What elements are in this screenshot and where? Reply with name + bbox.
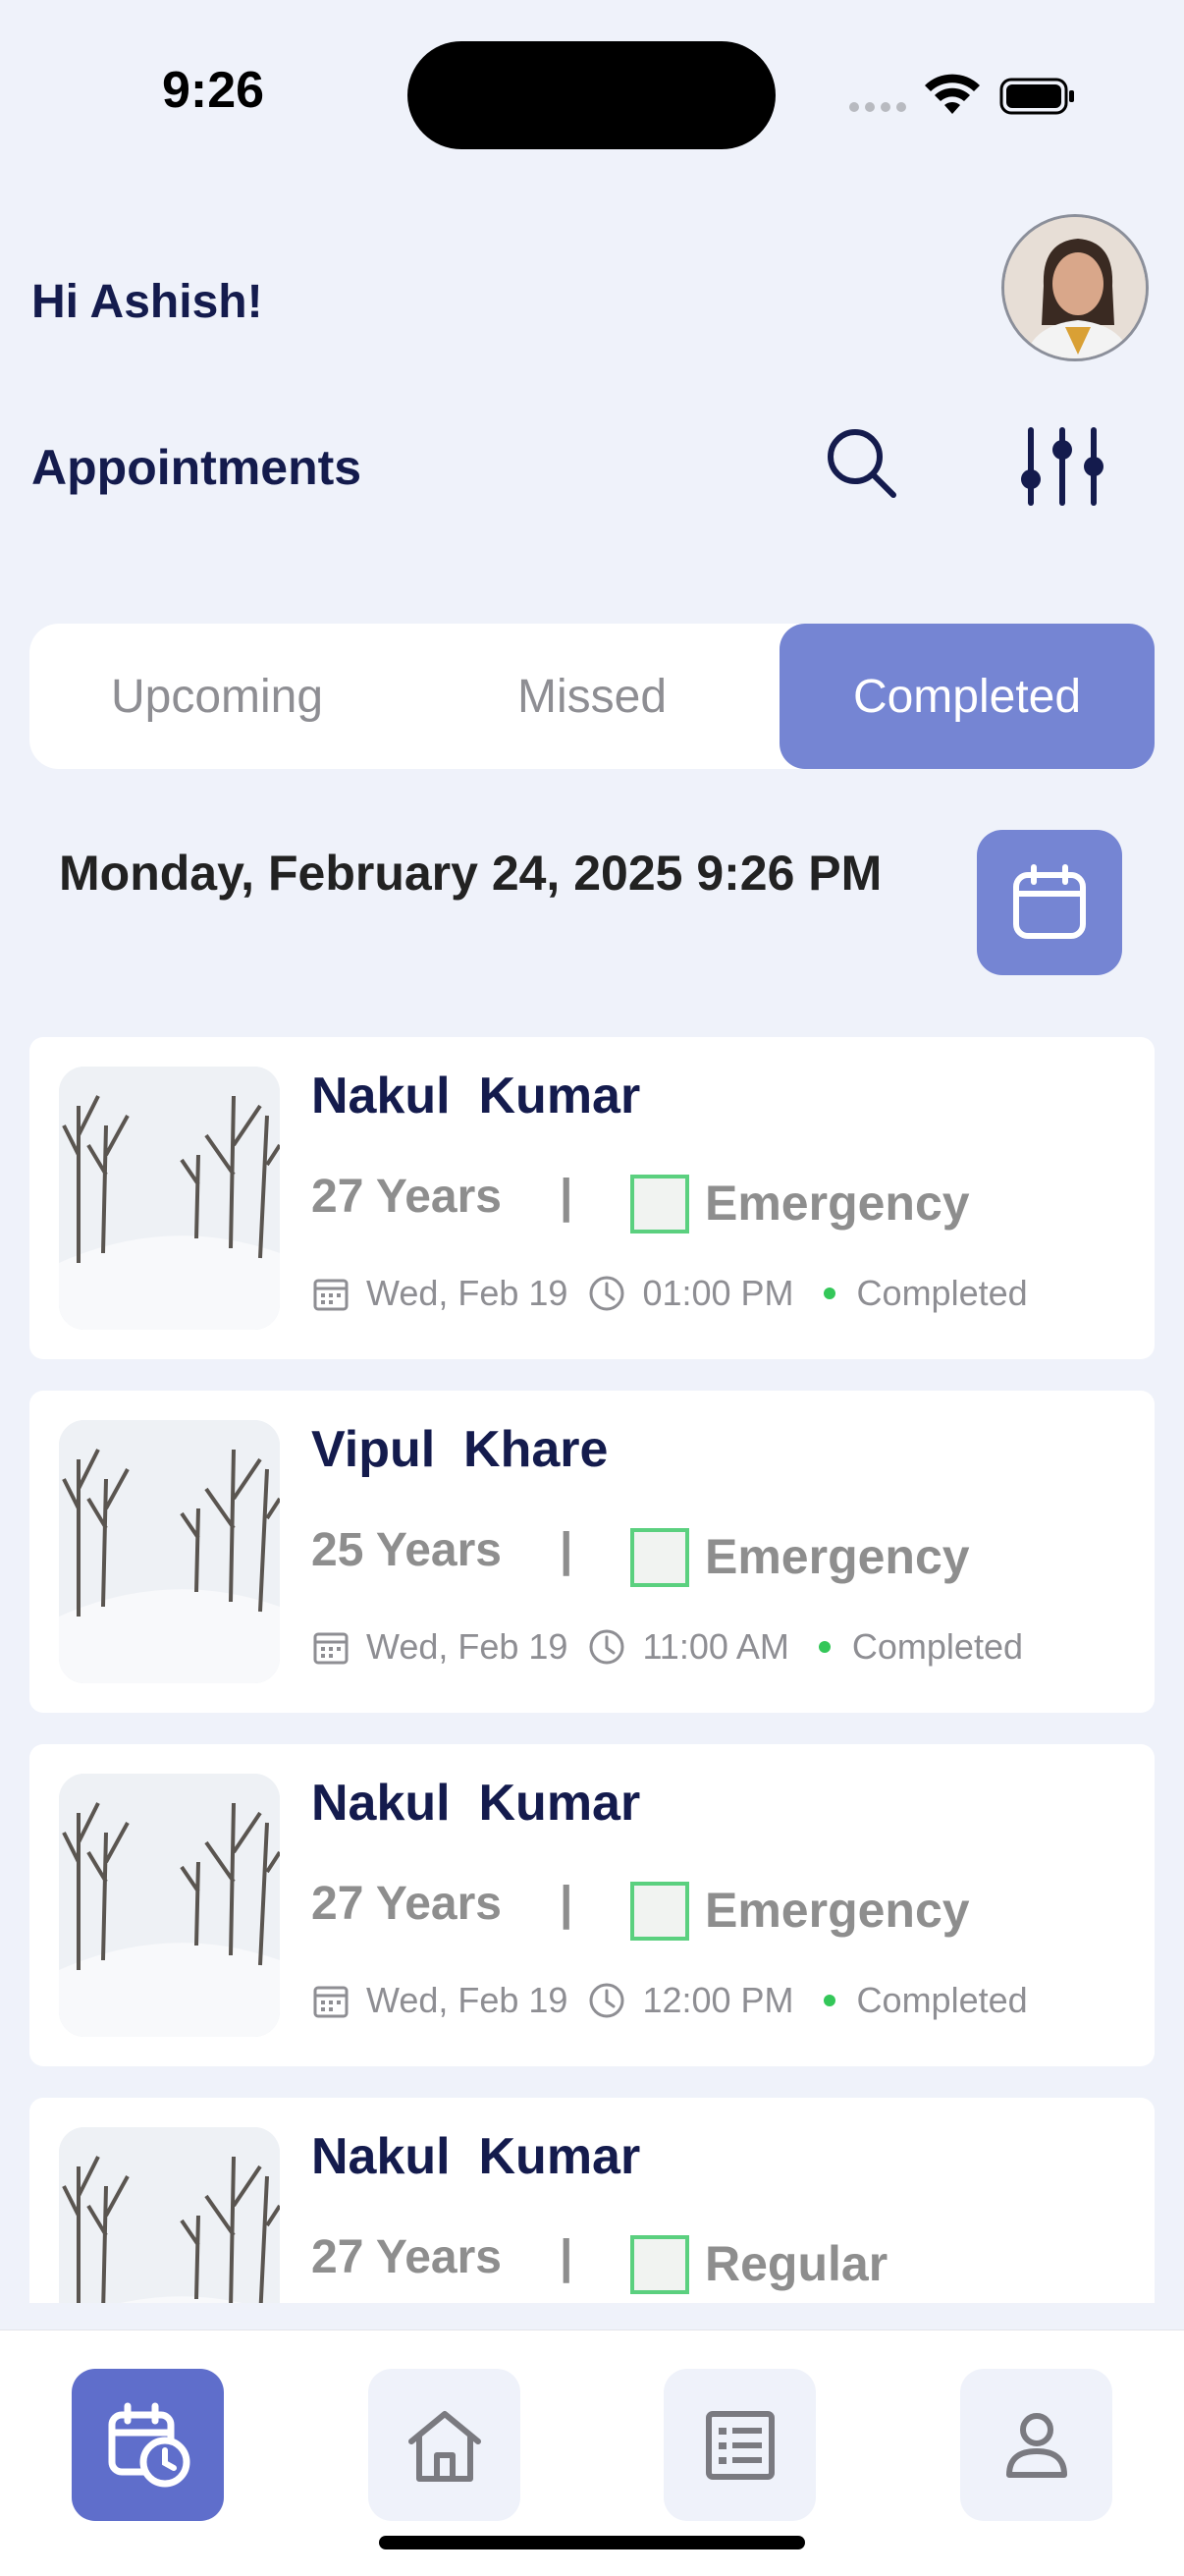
status-dot bbox=[823, 1288, 835, 1299]
nav-list[interactable] bbox=[664, 2369, 816, 2521]
appointment-status: Completed bbox=[851, 1626, 1023, 1667]
calendar-small-icon bbox=[313, 1986, 349, 2018]
appointment-card[interactable]: Nakul Kumar 27 Years | Emergency Wed, Fe… bbox=[29, 1744, 1155, 2066]
search-icon[interactable] bbox=[823, 424, 901, 503]
nav-appointments[interactable] bbox=[72, 2369, 224, 2521]
appointment-type-icon bbox=[630, 1175, 689, 1233]
patient-age: 27 Years bbox=[311, 1171, 502, 1223]
appointment-meta: Wed, Feb 19 11:00 AM Completed bbox=[311, 1626, 1023, 1668]
appointment-time: 12:00 PM bbox=[642, 1980, 794, 2020]
filter-sliders-icon[interactable] bbox=[1016, 422, 1109, 511]
clock-icon bbox=[589, 1983, 624, 2018]
calendar-button[interactable] bbox=[977, 830, 1122, 975]
nav-profile[interactable] bbox=[960, 2369, 1112, 2521]
separator: | bbox=[560, 1524, 573, 1576]
appointment-meta: Wed, Feb 19 12:00 PM Completed bbox=[311, 1980, 1028, 2021]
battery-icon bbox=[999, 78, 1074, 115]
tab-upcoming[interactable]: Upcoming bbox=[29, 624, 404, 769]
separator: | bbox=[560, 2231, 573, 2283]
separator: | bbox=[560, 1171, 573, 1223]
patient-age: 27 Years bbox=[311, 1878, 502, 1930]
patient-age: 25 Years bbox=[311, 1524, 502, 1576]
profile-avatar[interactable] bbox=[1001, 214, 1149, 361]
tab-completed[interactable]: Completed bbox=[780, 624, 1155, 769]
appointment-date: Wed, Feb 19 bbox=[366, 1980, 568, 2020]
appointment-tabs: Upcoming Missed Completed bbox=[29, 624, 1155, 769]
patient-age: 27 Years bbox=[311, 2231, 502, 2283]
patient-name: Vipul Khare bbox=[311, 1421, 609, 1478]
appointment-type: Regular bbox=[705, 2236, 888, 2291]
person-icon bbox=[1005, 2412, 1067, 2478]
calendar-small-icon bbox=[313, 1632, 349, 1665]
signal-icon bbox=[849, 102, 906, 112]
date-heading: Monday, February 24, 2025 9:26 PM bbox=[59, 846, 883, 901]
appointment-card[interactable]: Vipul Khare 25 Years | Emergency Wed, Fe… bbox=[29, 1391, 1155, 1713]
clock-icon bbox=[589, 1276, 624, 1311]
appointment-card[interactable]: Nakul Kumar 27 Years | Regular bbox=[29, 2098, 1155, 2303]
greeting: Hi Ashish! bbox=[31, 276, 263, 328]
clock-icon bbox=[589, 1629, 624, 1665]
appointment-type-icon bbox=[630, 1528, 689, 1587]
patient-photo bbox=[59, 1774, 280, 2037]
page-title: Appointments bbox=[31, 440, 362, 495]
patient-photo bbox=[59, 2127, 280, 2303]
patient-photo bbox=[59, 1420, 280, 1683]
status-dot bbox=[823, 1995, 835, 2006]
patient-name: Nakul Kumar bbox=[311, 1775, 641, 1832]
appointment-date: Wed, Feb 19 bbox=[366, 1273, 568, 1313]
appointment-type: Emergency bbox=[705, 1176, 970, 1231]
status-time: 9:26 bbox=[162, 62, 265, 119]
nav-home[interactable] bbox=[368, 2369, 520, 2521]
appointment-type-icon bbox=[630, 1882, 689, 1941]
wifi-icon bbox=[925, 74, 980, 114]
appointment-status: Completed bbox=[856, 1980, 1028, 2020]
appointment-date: Wed, Feb 19 bbox=[366, 1626, 568, 1667]
appointment-meta: Wed, Feb 19 01:00 PM Completed bbox=[311, 1273, 1028, 1314]
appointment-time: 01:00 PM bbox=[642, 1273, 794, 1313]
appointment-type: Emergency bbox=[705, 1529, 970, 1584]
appointment-type-icon bbox=[630, 2235, 689, 2294]
list-icon bbox=[705, 2410, 775, 2480]
patient-name: Nakul Kumar bbox=[311, 1068, 641, 1124]
appointment-status: Completed bbox=[856, 1273, 1028, 1313]
appointment-list: Nakul Kumar 27 Years | Emergency Wed, Fe… bbox=[0, 1021, 1184, 2303]
calendar-icon bbox=[1013, 864, 1086, 939]
patient-photo bbox=[59, 1067, 280, 1330]
dynamic-island bbox=[407, 41, 776, 149]
separator: | bbox=[560, 1878, 573, 1930]
appointment-type: Emergency bbox=[705, 1883, 970, 1938]
status-dot bbox=[818, 1641, 831, 1653]
tab-missed[interactable]: Missed bbox=[404, 624, 780, 769]
home-indicator bbox=[379, 2536, 805, 2549]
calendar-small-icon bbox=[313, 1279, 349, 1311]
appointment-card[interactable]: Nakul Kumar 27 Years | Emergency Wed, Fe… bbox=[29, 1037, 1155, 1359]
patient-name: Nakul Kumar bbox=[311, 2128, 641, 2185]
home-icon bbox=[407, 2410, 481, 2482]
calendar-clock-icon bbox=[108, 2402, 189, 2487]
appointment-time: 11:00 AM bbox=[642, 1626, 789, 1667]
